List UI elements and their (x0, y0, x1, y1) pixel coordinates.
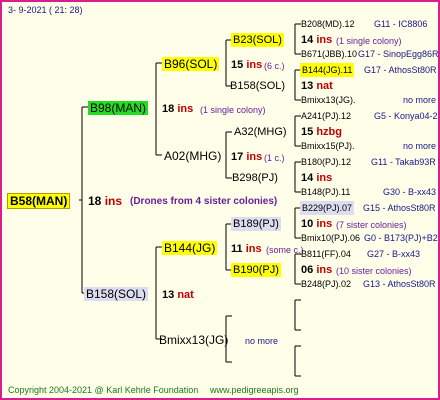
queen-root-name[interactable]: B58(MAN) (7, 193, 71, 209)
gen4-name-6[interactable]: B180(PJ).12 (301, 155, 351, 169)
gen3-aab-name[interactable]: B158(SOL) (230, 79, 285, 93)
dam-name[interactable]: B98(MAN) (88, 101, 149, 115)
gen3-aab-year: 13 nat (301, 79, 333, 93)
gen3-aaa-year: 14 ins (301, 33, 332, 47)
gen4-group-4: G5 - Konya04-2 (374, 111, 438, 121)
gen3-bab-ins: ins (316, 264, 333, 276)
gen4-name-5[interactable]: Bmixx15(PJ). (301, 139, 355, 153)
gen2-aa-note: (6 c.) (264, 61, 285, 71)
gen4-name-1[interactable]: B671(JBB).10 (301, 47, 357, 61)
gen3-aab-num: 13 (301, 80, 314, 92)
gen4-group-3: no more (403, 95, 437, 105)
sire-name[interactable]: B158(SOL) (84, 287, 149, 301)
gen4-group-10: G27 - B-xx43 (367, 249, 421, 259)
gen3-aaa-name[interactable]: B23(SOL) (231, 33, 284, 47)
root-num: 18 (88, 194, 102, 208)
gen3-bab-name[interactable]: B190(PJ) (231, 263, 281, 277)
gen4-group-9: G0 - B173(PJ)+B2 (364, 233, 438, 243)
gen2-ab-name[interactable]: A02(MHG) (164, 149, 221, 163)
root-year: 18 ins (88, 194, 122, 208)
site-link[interactable]: www.pedigreeapis.org (210, 383, 299, 397)
gen2-aa-ins: ins (246, 59, 263, 71)
gen4-name-10[interactable]: B811(FF).04 (301, 247, 351, 261)
gen4-group-2: G17 - AthosSt80R (364, 65, 437, 75)
gen3-baa-num: 10 (301, 218, 314, 230)
gen2-ba-num: 11 (231, 243, 243, 255)
gen3-abb-ins: ins (316, 172, 333, 184)
gen3-baa-year: 10 ins (301, 217, 332, 231)
print-date: 3- 9-2021 ( 21: 28) (8, 5, 83, 15)
gen3-aab-tag: nat (316, 80, 333, 92)
gen2-ba-name[interactable]: B144(JG) (162, 241, 218, 255)
sire-year: 13 nat (162, 288, 194, 302)
gen4-group-0: G11 - IC8806 (374, 19, 428, 29)
gen3-abb-year: 14 ins (301, 171, 332, 185)
dam-ins: ins (177, 103, 194, 115)
gen3-bab-num: 06 (301, 264, 314, 276)
root-drone-note: (Drones from 4 sister colonies) (130, 196, 278, 207)
sire-num: 13 (162, 289, 175, 301)
gen4-name-4[interactable]: A241(PJ).12 (301, 109, 351, 123)
gen4-group-7: G30 - B-xx43 (383, 187, 437, 197)
gen4-group-1: G17 - SinopEgg86R (358, 49, 439, 59)
root-ins: ins (104, 194, 123, 208)
gen4-group-5: no more (403, 141, 437, 151)
gen3-aba-num: 15 (301, 126, 314, 138)
gen4-name-9[interactable]: Bmix10(PJ).06 (301, 231, 360, 245)
gen2-ab-num: 17 (231, 151, 244, 163)
gen2-bb-name[interactable]: Bmixx13(JG) (159, 333, 228, 347)
gen3-aba-tag: hzbg (316, 126, 342, 138)
gen2-ba-year: 11 ins (231, 242, 262, 256)
gen2-ba-note: (some c.) (266, 245, 304, 255)
gen3-aaa-note: (1 single colony) (336, 36, 402, 46)
gen3-bab-note: (10 sister colonies) (336, 266, 412, 276)
gen4-name-7[interactable]: B148(PJ).11 (301, 185, 350, 199)
gen2-ab-year: 17 ins (231, 150, 262, 164)
gen3-baa-name[interactable]: B189(PJ) (231, 217, 281, 231)
gen3-abb-name[interactable]: B298(PJ) (232, 171, 278, 185)
gen3-aaa-num: 14 (301, 34, 314, 46)
gen2-bb-tag: no more (245, 336, 279, 346)
gen3-baa-ins: ins (316, 218, 333, 230)
gen3-aba-name[interactable]: A32(MHG) (234, 125, 287, 139)
gen4-name-2[interactable]: B144(JG).11 (300, 63, 355, 77)
gen3-aaa-ins: ins (316, 34, 333, 46)
gen3-bab-year: 06 ins (301, 263, 332, 277)
pedigree-frame: 3- 9-2021 ( 21: 28) B58(MAN) 18 ins (Dro… (0, 0, 440, 400)
gen4-name-0[interactable]: B208(MD).12 (301, 17, 355, 31)
gen2-ab-ins: ins (246, 151, 263, 163)
gen3-baa-note: (7 sister colonies) (336, 220, 407, 230)
copyright: Copyright 2004-2021 @ Karl Kehrle Founda… (8, 385, 199, 395)
dam-num: 18 (162, 103, 175, 115)
gen4-name-3[interactable]: Bmixx13(JG). (301, 93, 356, 107)
sire-tag: nat (177, 289, 194, 301)
gen2-aa-year: 15 ins (231, 58, 262, 72)
gen2-aa-name[interactable]: B96(SOL) (162, 57, 220, 71)
gen2-aa-num: 15 (231, 59, 244, 71)
gen2-ab-note: (1 c.) (264, 153, 285, 163)
gen4-name-11[interactable]: B248(PJ).02 (301, 277, 351, 291)
dam-note: (1 single colony) (200, 105, 266, 115)
dam-year: 18 ins (162, 102, 193, 116)
gen3-aba-year: 15 hzbg (301, 125, 342, 139)
gen4-name-8[interactable]: B229(PJ).07 (300, 201, 355, 215)
gen4-group-8: G15 - AthosSt80R (363, 203, 436, 213)
gen4-group-11: G13 - AthosSt80R (363, 279, 436, 289)
gen4-group-6: G11 - Takab93R (371, 157, 436, 167)
gen3-abb-num: 14 (301, 172, 314, 184)
gen2-ba-ins: ins (245, 243, 262, 255)
